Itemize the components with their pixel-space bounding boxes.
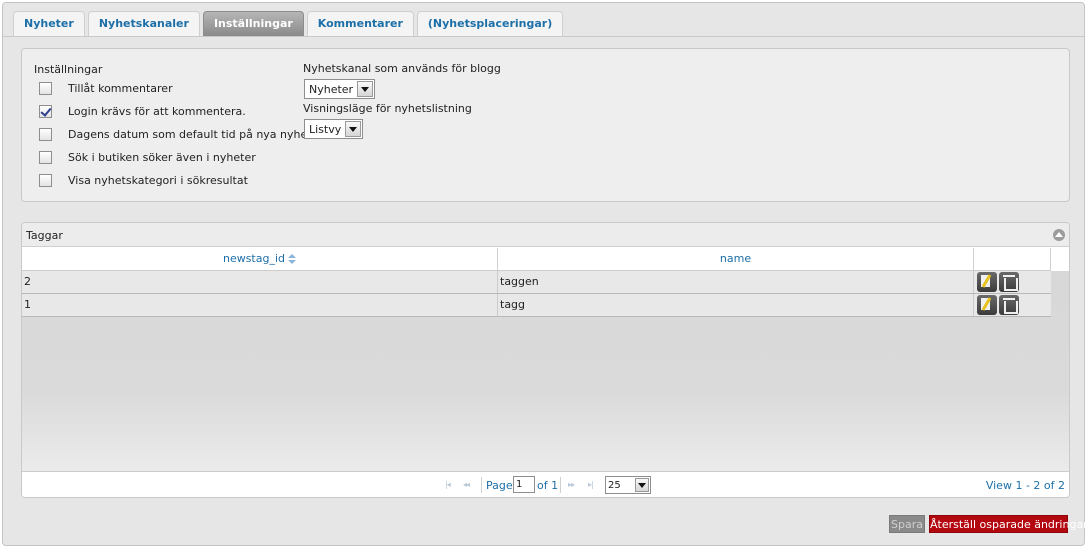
setting-show-category: Visa nyhetskategori i sökresultat (39, 173, 248, 187)
listing-mode-label: Visningsläge för nyhetslistning (303, 102, 472, 115)
allow-comments-checkbox[interactable] (39, 81, 52, 95)
first-page-icon[interactable]: |◂ (445, 480, 451, 489)
trash-icon[interactable] (999, 272, 1019, 292)
setting-login-required: Login krävs för att kommentera. (39, 104, 246, 118)
tab-nyheter[interactable]: Nyheter (13, 11, 85, 36)
column-header-name-label: name (719, 252, 752, 265)
blog-channel-value: Nyheter (309, 82, 354, 96)
store-search-label: Sök i butiken söker även i nyheter (68, 150, 256, 164)
setting-store-search: Sök i butiken söker även i nyheter (39, 150, 256, 164)
reset-changes-button[interactable]: Återställ osparade ändringar (929, 515, 1088, 533)
page-count-label: of 1 (537, 479, 559, 492)
login-required-label: Login krävs för att kommentera. (68, 104, 246, 118)
prev-page-icon[interactable]: ◂◂ (463, 480, 470, 489)
pager-separator (481, 477, 482, 493)
chevron-down-icon (635, 478, 649, 492)
blog-channel-label: Nyhetskanal som används för blogg (303, 62, 501, 75)
grid-title: Taggar (26, 229, 63, 242)
cell-name: tagg (498, 294, 974, 316)
cell-newstag-id: 2 (22, 271, 498, 293)
pager-separator (560, 477, 561, 493)
show-category-label: Visa nyhetskategori i sökresultat (68, 173, 248, 187)
page-number-input[interactable]: 1 (513, 476, 535, 493)
trash-icon[interactable] (999, 295, 1019, 315)
view-records-text: View 1 - 2 of 2 (985, 479, 1065, 492)
page-label: Page (486, 479, 513, 492)
blog-channel-select[interactable]: Nyheter (304, 79, 376, 99)
edit-icon[interactable] (977, 272, 997, 292)
column-header-actions (974, 248, 1051, 271)
tab-nyhetskanaler[interactable]: Nyhetskanaler (87, 11, 200, 36)
last-page-icon[interactable]: ▸| (588, 480, 594, 489)
column-header-newstag-id-label: newstag_id (222, 252, 286, 265)
settings-panel: Inställningar Tillåt kommentarer Login k… (21, 48, 1070, 202)
setting-allow-comments: Tillåt kommentarer (39, 81, 173, 95)
setting-default-date: Dagens datum som default tid på nya nyhe… (39, 127, 323, 141)
default-date-label: Dagens datum som default tid på nya nyhe… (68, 127, 323, 141)
tab-installningar[interactable]: Inställningar (202, 11, 304, 36)
grid-title-bar: Taggar (22, 223, 1069, 247)
chevron-down-icon (357, 81, 374, 97)
window-frame: Nyheter Nyhetskanaler Inställningar Komm… (2, 2, 1088, 546)
cell-name: taggen (498, 271, 974, 293)
save-button[interactable]: Spara (889, 515, 925, 533)
collapse-icon[interactable] (1053, 229, 1065, 241)
login-required-checkbox[interactable] (39, 104, 52, 118)
chevron-down-icon (345, 121, 362, 137)
edit-icon[interactable] (977, 295, 997, 315)
default-date-checkbox[interactable] (39, 127, 52, 141)
store-search-checkbox[interactable] (39, 150, 52, 164)
tags-grid: Taggar newstag_id name 2 taggen 1 tagg |… (21, 222, 1070, 498)
tab-bar: Nyheter Nyhetskanaler Inställningar Komm… (13, 11, 566, 37)
grid-pager: |◂ ◂◂ Page 1 of 1 ▸▸ ▸| 25 View 1 - 2 of… (22, 471, 1069, 497)
sort-icon (288, 254, 297, 264)
page-size-select[interactable]: 25 (605, 476, 651, 494)
allow-comments-label: Tillåt kommentarer (68, 81, 173, 95)
cell-newstag-id: 1 (22, 294, 498, 316)
show-category-checkbox[interactable] (39, 173, 52, 187)
tab-divider (3, 36, 1084, 37)
column-header-name[interactable]: name (498, 248, 974, 271)
listing-mode-select[interactable]: Listvy (304, 119, 364, 139)
page-size-value: 25 (608, 479, 621, 491)
column-header-newstag-id[interactable]: newstag_id (22, 248, 498, 271)
table-row[interactable]: 1 tagg (22, 294, 1051, 317)
next-page-icon[interactable]: ▸▸ (568, 480, 575, 489)
grid-body: 2 taggen 1 tagg (22, 271, 1069, 471)
listing-mode-value: Listvy (309, 122, 342, 136)
tab-nyhetsplaceringar[interactable]: (Nyhetsplaceringar) (416, 11, 564, 36)
table-row[interactable]: 2 taggen (22, 271, 1051, 294)
settings-heading: Inställningar (34, 63, 103, 76)
tab-kommentarer[interactable]: Kommentarer (306, 11, 414, 36)
